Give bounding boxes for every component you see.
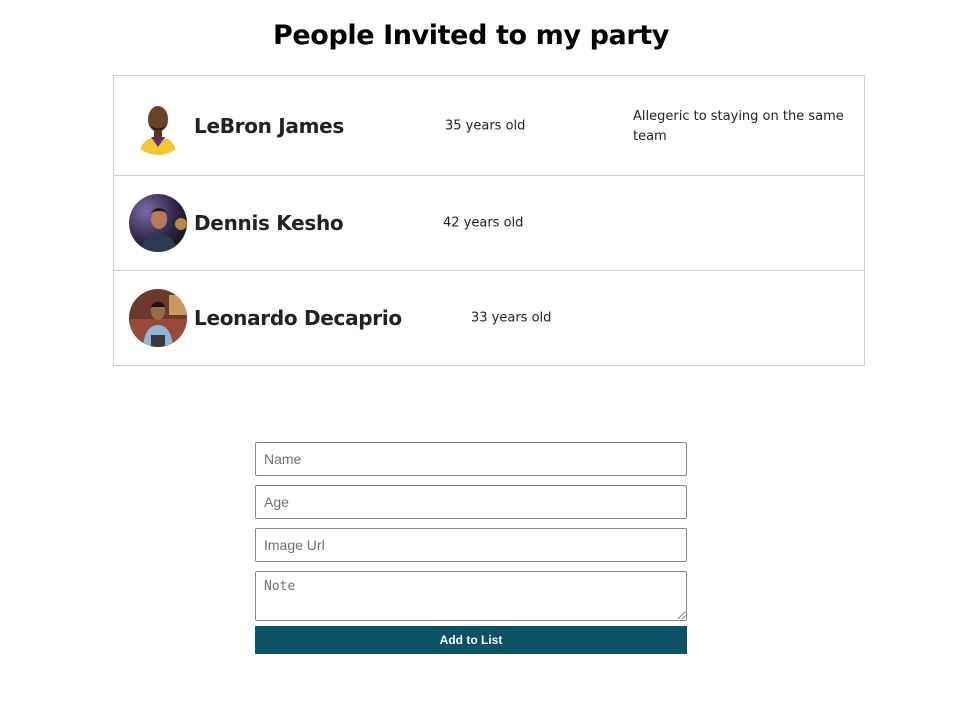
add-to-list-button[interactable]: Add to List — [255, 626, 687, 654]
guest-name: Dennis Kesho — [194, 211, 344, 235]
age-input[interactable] — [255, 485, 687, 519]
guest-name: LeBron James — [194, 113, 345, 138]
guest-age: 33 years old — [471, 310, 552, 326]
guest-name: Leonardo Decaprio — [194, 306, 402, 330]
guest-avatar — [129, 289, 187, 347]
guest-avatar — [129, 96, 187, 155]
guest-note: Allegeric to staying on the same team — [633, 109, 844, 144]
image-url-input[interactable] — [255, 528, 687, 562]
guest-list: LeBron James 35 years old Allegeric to s… — [113, 75, 865, 366]
guest-age: 42 years old — [443, 215, 524, 231]
guest-age: 35 years old — [445, 118, 526, 133]
guest-row: Dennis Kesho 42 years old — [114, 176, 864, 271]
add-guest-form: Add to List — [255, 442, 687, 654]
page-title: People Invited to my party — [273, 20, 669, 51]
guest-avatar — [129, 194, 187, 252]
note-textarea[interactable] — [255, 571, 687, 621]
name-input[interactable] — [255, 442, 687, 476]
guest-row: Leonardo Decaprio 33 years old — [114, 271, 864, 365]
guest-row: LeBron James 35 years old Allegeric to s… — [114, 76, 864, 176]
